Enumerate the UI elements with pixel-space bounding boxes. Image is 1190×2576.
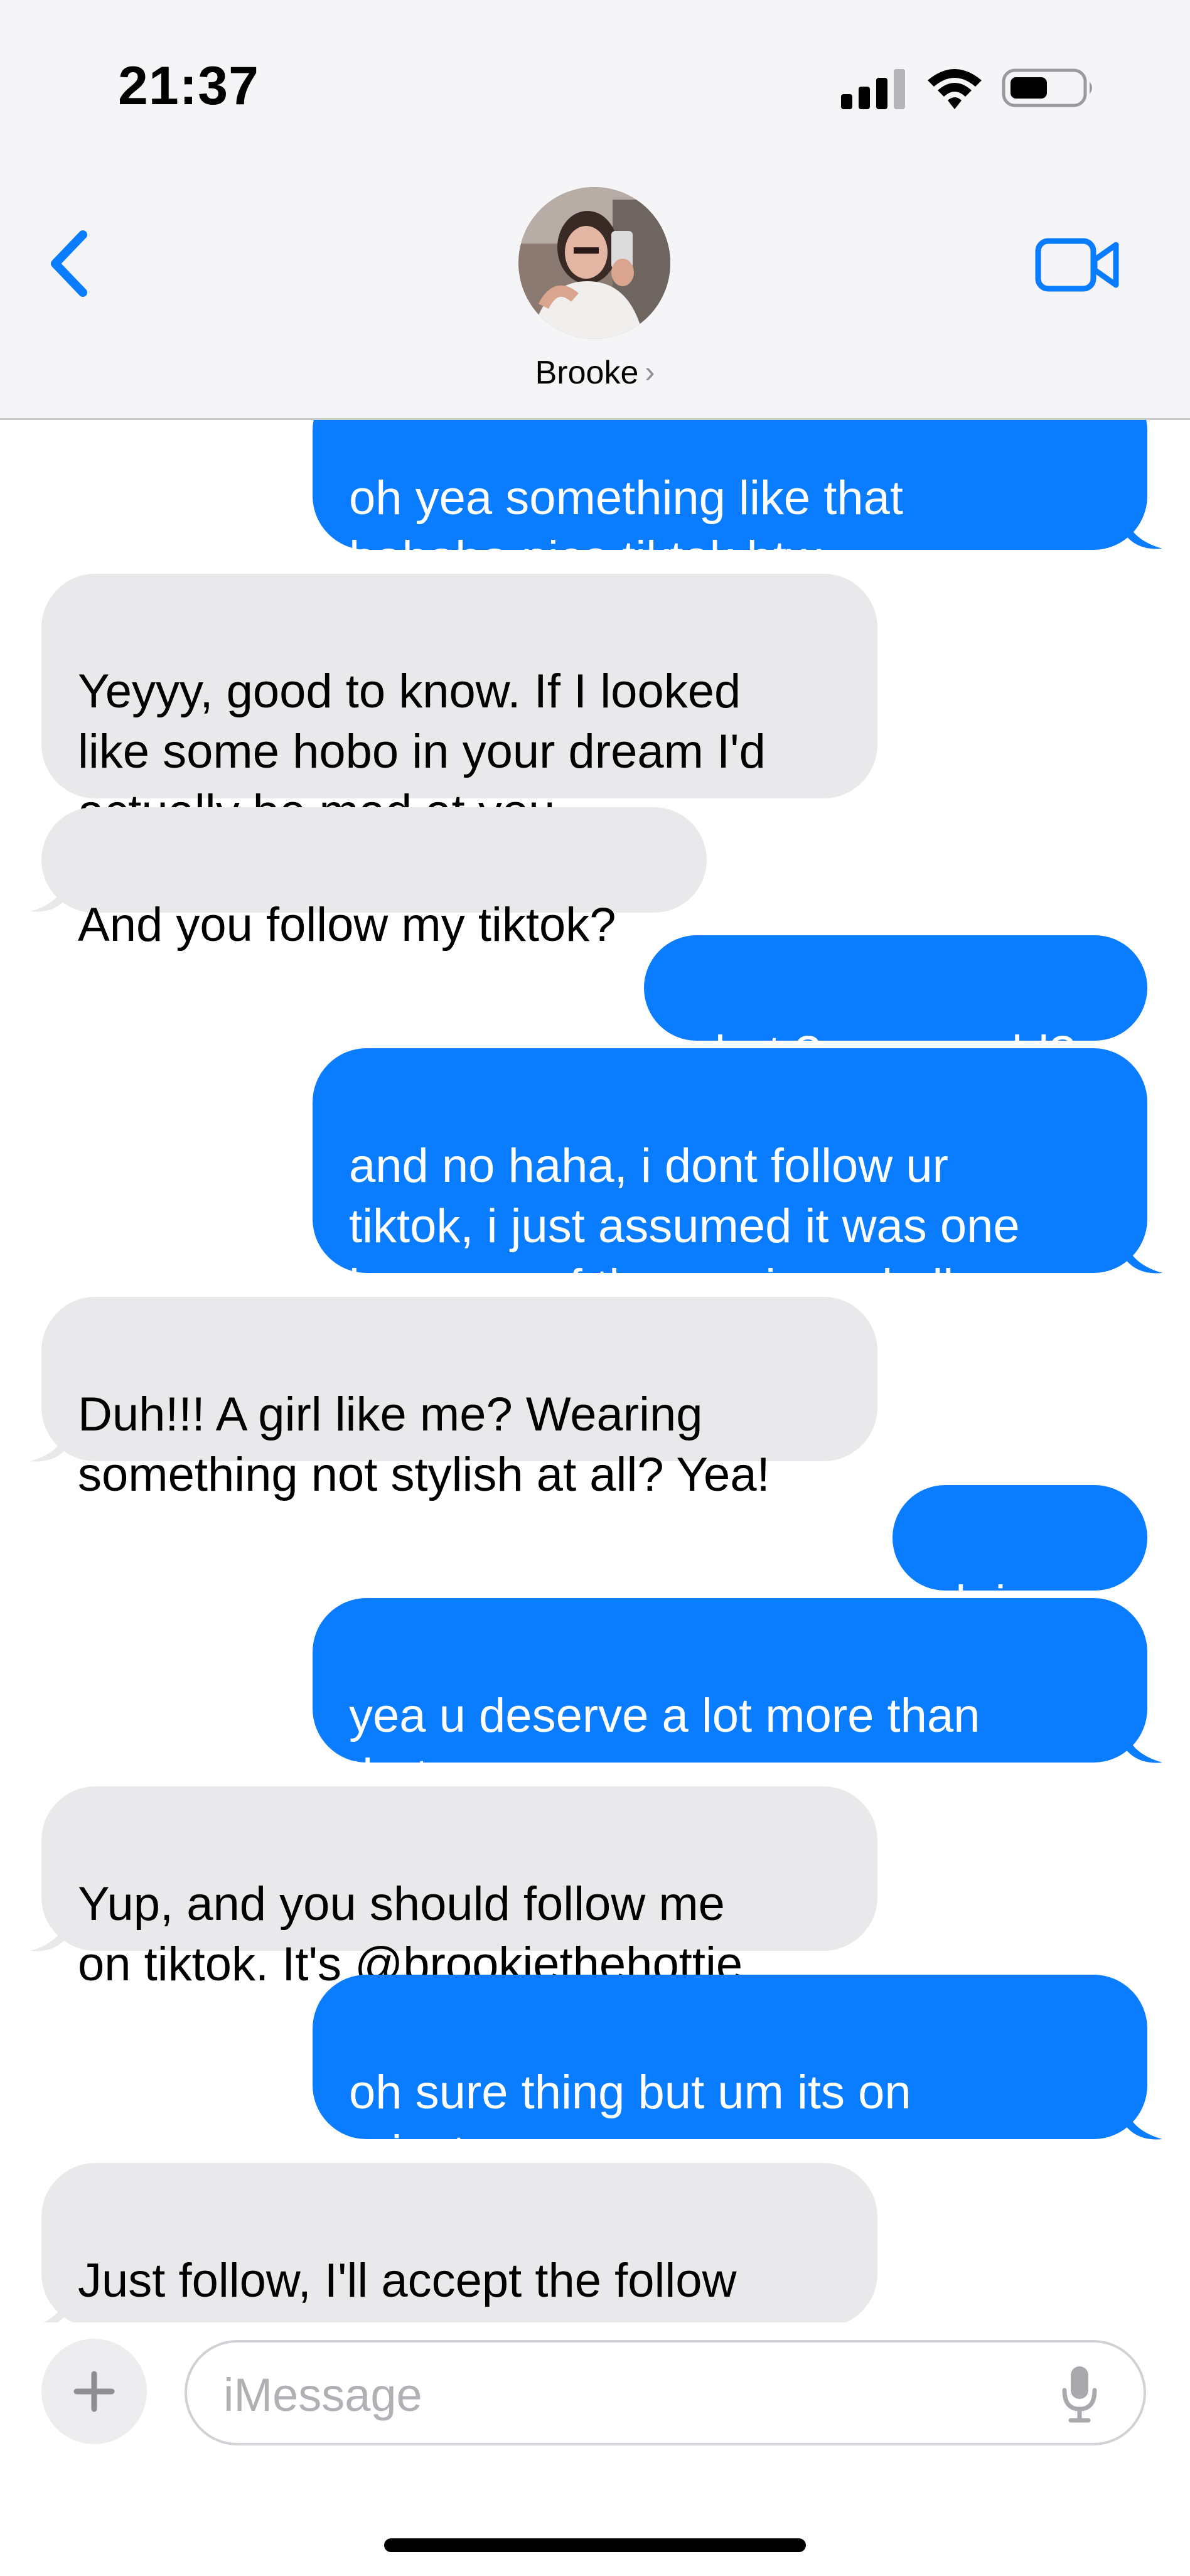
bubble-tail xyxy=(43,2286,69,2322)
contact-avatar[interactable] xyxy=(518,187,670,339)
bubble-tail xyxy=(1123,507,1162,549)
plus-icon xyxy=(73,2371,115,2412)
message-input[interactable] xyxy=(222,2360,1028,2429)
message-bubble-received[interactable]: Just follow, I'll accept the follow requ… xyxy=(41,2163,877,2322)
contact-name-button[interactable]: Brooke › xyxy=(0,354,1190,392)
contact-name: Brooke xyxy=(535,355,639,391)
battery-icon xyxy=(1002,68,1092,107)
video-camera-icon[interactable] xyxy=(1034,233,1122,296)
add-attachment-button[interactable] xyxy=(41,2339,147,2444)
message-text: And you follow my tiktok? xyxy=(78,898,616,952)
bubble-tail xyxy=(30,870,69,912)
message-bubble-sent[interactable]: oh i see xyxy=(893,1485,1147,1629)
conversation-header: 21:37 Brooke › xyxy=(0,0,1190,420)
message-text: and no haha, i dont follow ur tiktok, i … xyxy=(349,1139,1020,1313)
message-bubble-sent[interactable]: what ? you would? xyxy=(644,935,1147,1080)
message-bubble-received[interactable]: Duh!!! A girl like me? Wearing something… xyxy=(41,1297,877,1501)
status-time: 21:37 xyxy=(118,56,259,116)
bubble-tail xyxy=(30,1420,69,1462)
message-text: oh sure thing but um its on private xyxy=(349,2066,911,2179)
message-bubble-sent[interactable]: and no haha, i dont follow ur tiktok, i … xyxy=(313,1048,1147,1313)
message-bubble-received[interactable]: Yeyyy, good to know. If I looked like so… xyxy=(41,574,877,839)
message-bubble-received[interactable]: And you follow my tiktok? xyxy=(41,807,707,952)
bubble-tail xyxy=(1123,1232,1162,1274)
bubble-tail xyxy=(1123,1721,1162,1763)
message-text: Just follow, I'll accept the follow requ… xyxy=(78,2254,737,2322)
message-text: Duh!!! A girl like me? Wearing something… xyxy=(78,1388,770,1501)
message-bubble-received[interactable]: Yup, and you should follow me on tiktok.… xyxy=(41,1786,877,1991)
microphone-icon[interactable] xyxy=(1061,2364,1098,2424)
wifi-icon xyxy=(928,69,982,109)
home-indicator[interactable] xyxy=(384,2538,806,2552)
chevron-right-icon: › xyxy=(645,356,655,389)
message-bubble-sent[interactable]: oh sure thing but um its on private xyxy=(313,1975,1147,2179)
cellular-signal-icon xyxy=(841,69,905,109)
message-bubble-sent[interactable]: yea u deserve a lot more than that xyxy=(313,1598,1147,1803)
message-input-container[interactable] xyxy=(185,2340,1146,2445)
bubble-tail xyxy=(30,1909,69,1951)
message-text: oh yea something like that hahaha nice t… xyxy=(349,471,903,585)
bubble-tail xyxy=(1123,2098,1162,2140)
message-text: yea u deserve a lot more than that xyxy=(349,1689,980,1803)
message-text: Yup, and you should follow me on tiktok.… xyxy=(78,1877,743,1991)
back-chevron-icon[interactable] xyxy=(44,226,100,301)
